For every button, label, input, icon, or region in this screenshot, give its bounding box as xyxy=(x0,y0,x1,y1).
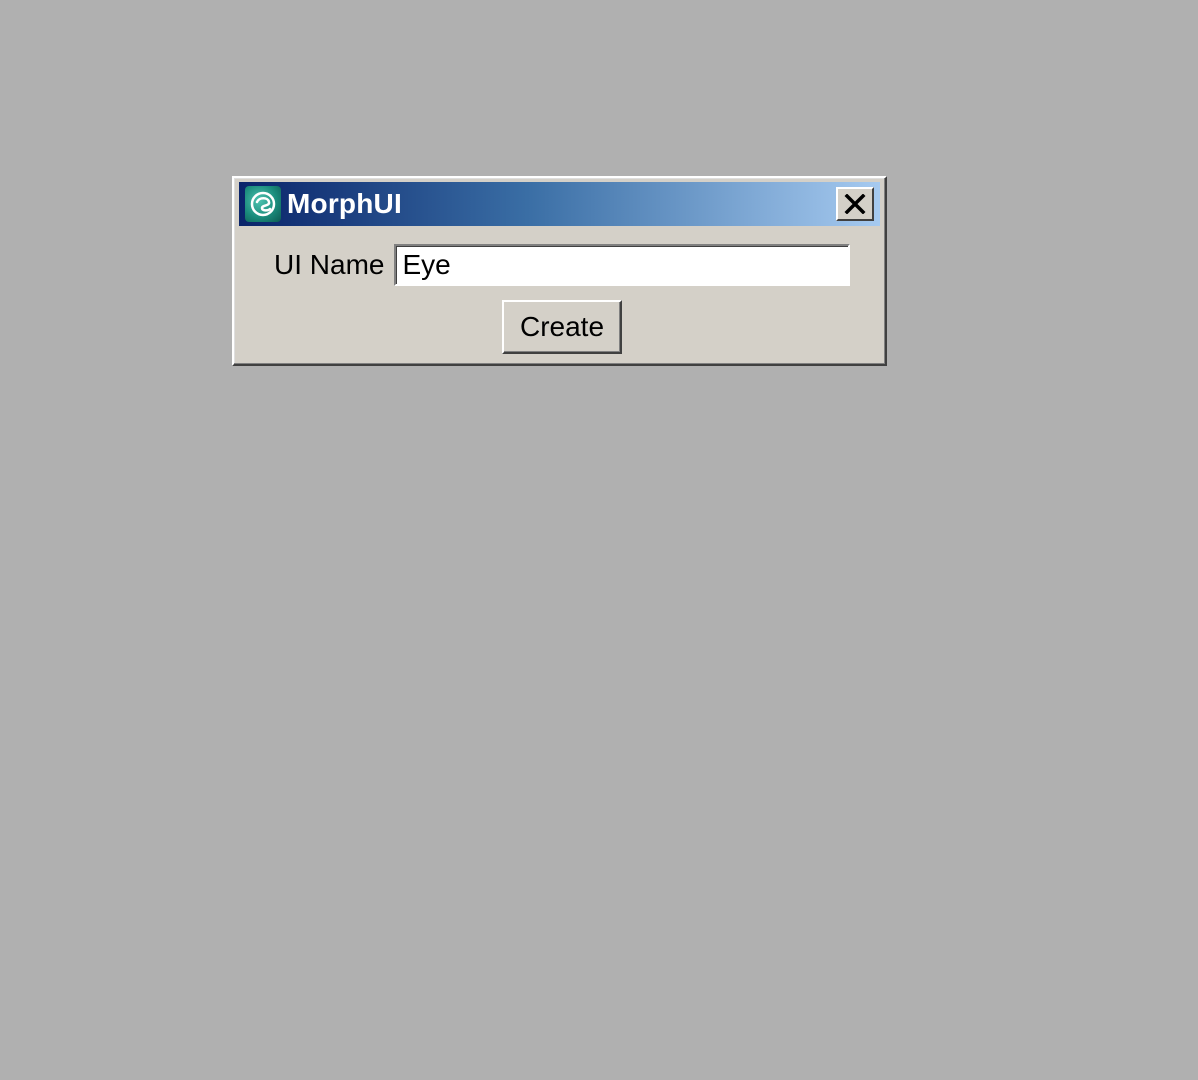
create-button[interactable]: Create xyxy=(502,300,622,354)
close-button[interactable] xyxy=(836,187,874,221)
ui-name-row: UI Name xyxy=(274,244,851,286)
close-icon xyxy=(844,194,866,214)
morphui-dialog: MorphUI UI Name Create xyxy=(232,176,887,366)
ui-name-input[interactable] xyxy=(394,244,851,286)
ui-name-label: UI Name xyxy=(274,249,385,280)
title-bar[interactable]: MorphUI xyxy=(239,182,880,226)
window-title: MorphUI xyxy=(287,188,402,219)
desktop: MorphUI UI Name Create xyxy=(0,0,1198,1080)
app-swirl-icon xyxy=(245,186,281,222)
